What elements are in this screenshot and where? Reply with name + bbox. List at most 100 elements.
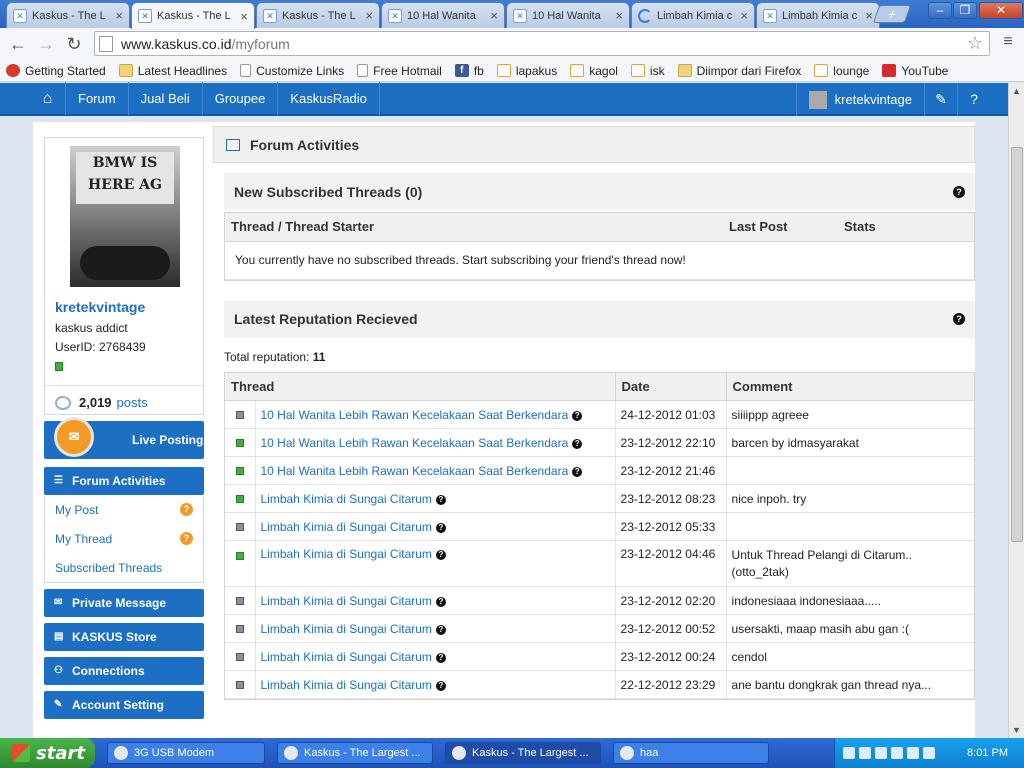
sidebar-item-my-post[interactable]: My Post? — [45, 495, 203, 524]
user-menu[interactable]: kretekvintage — [795, 83, 922, 116]
close-window-button[interactable]: ✕ — [979, 2, 1023, 19]
bookmark-item[interactable]: Getting Started — [6, 64, 106, 78]
question-icon[interactable]: ? — [435, 596, 446, 607]
question-icon[interactable]: ? — [572, 438, 583, 449]
tray-icon[interactable] — [907, 747, 919, 759]
bookmark-item[interactable]: lounge — [814, 64, 869, 78]
browser-tab[interactable]: ✕ Limbah Kimia c × — [756, 2, 880, 28]
sidebar-item-subscribed-threads[interactable]: Subscribed Threads — [45, 553, 203, 582]
scroll-up-icon[interactable]: ▲ — [1009, 83, 1024, 99]
scroll-down-icon[interactable]: ▼ — [1009, 722, 1024, 738]
private-message-button[interactable]: ✉ Private Message — [44, 589, 204, 617]
tab-close-icon[interactable]: × — [490, 8, 498, 23]
back-icon[interactable]: ← — [6, 32, 30, 56]
kaskus-favicon-icon: ✕ — [388, 8, 402, 23]
thread-link[interactable]: Limbah Kimia di Sungai Citarum — [261, 678, 432, 692]
bookmark-label: YouTube — [901, 63, 949, 78]
bookmark-item[interactable]: YouTube — [882, 64, 948, 78]
address-bar[interactable]: www.kaskus.co.id/myforum ☆ — [94, 31, 990, 56]
tray-icon[interactable] — [843, 747, 855, 759]
browser-tab[interactable]: ✕ Kaskus - The L × — [131, 2, 255, 29]
browser-menu-icon[interactable]: ≡ — [1000, 33, 1016, 51]
tab-close-icon[interactable]: × — [865, 8, 873, 23]
thread-link[interactable]: 10 Hal Wanita Lebih Rawan Kecelakaan Saa… — [261, 408, 569, 422]
tab-close-icon[interactable]: × — [365, 8, 373, 23]
new-tab-button[interactable]: + — [872, 5, 912, 23]
question-icon[interactable]: ? — [435, 680, 446, 691]
sidebar-item-my-thread[interactable]: My Thread? — [45, 524, 203, 553]
tab-close-icon[interactable]: × — [115, 8, 123, 23]
browser-tab[interactable]: ✕ Kaskus - The L × — [256, 2, 380, 28]
question-icon[interactable]: ? — [435, 550, 446, 560]
live-posting-button[interactable]: ✉ Live Posting — [44, 417, 204, 459]
thread-link[interactable]: 10 Hal Wanita Lebih Rawan Kecelakaan Saa… — [261, 464, 569, 478]
tab-close-icon[interactable]: × — [615, 8, 623, 23]
bookmark-star-icon[interactable]: ☆ — [967, 33, 983, 54]
maximize-button[interactable]: ❐ — [953, 2, 977, 19]
browser-tab[interactable]: ✕ 10 Hal Wanita × — [506, 2, 630, 28]
tab-close-icon[interactable]: × — [240, 9, 248, 24]
posts-link[interactable]: posts — [117, 395, 148, 410]
bookmark-item[interactable]: Free Hotmail — [357, 64, 442, 78]
thread-link[interactable]: Limbah Kimia di Sungai Citarum — [261, 594, 432, 608]
taskbar-label: 3G USB Modem — [134, 747, 215, 759]
question-icon[interactable]: ? — [572, 410, 583, 421]
thread-link[interactable]: Limbah Kimia di Sungai Citarum — [261, 622, 432, 636]
taskbar-button[interactable]: Kaskus - The Largest ... — [445, 742, 601, 764]
question-icon[interactable]: ? — [435, 624, 446, 635]
sidebar-menu-label: Private Message — [72, 596, 167, 610]
question-icon[interactable]: ? — [435, 652, 446, 663]
tray-icon[interactable] — [859, 747, 871, 759]
question-icon[interactable]: ? — [953, 313, 965, 325]
reload-icon[interactable]: ↻ — [62, 32, 86, 56]
profile-username[interactable]: kretekvintage — [55, 299, 193, 315]
browser-tab[interactable]: ✕ 10 Hal Wanita × — [381, 2, 505, 28]
question-icon[interactable]: ? — [572, 466, 583, 477]
home-icon[interactable]: ⌂ — [30, 82, 66, 115]
kaskus-store-button[interactable]: ▤ KASKUS Store — [44, 623, 204, 651]
taskbar-button[interactable]: haa — [613, 742, 769, 764]
nav-forum[interactable]: Forum — [66, 82, 129, 115]
tray-icon[interactable] — [875, 747, 887, 759]
question-icon[interactable]: ? — [953, 185, 965, 198]
nav-kaskusradio[interactable]: KaskusRadio — [278, 82, 380, 115]
bookmark-label: Customize Links — [256, 63, 345, 78]
profile-user-id: UserID: 2768439 — [55, 340, 146, 354]
bookmark-item[interactable]: isk — [630, 64, 665, 78]
thread-link[interactable]: Limbah Kimia di Sungai Citarum — [261, 650, 432, 664]
browser-tab[interactable]: Limbah Kimia c × — [631, 2, 755, 28]
taskbar-button[interactable]: Kaskus - The Largest ... — [277, 742, 433, 764]
tray-icon[interactable] — [923, 747, 935, 759]
question-icon[interactable]: ? — [435, 494, 446, 505]
thread-link[interactable]: Limbah Kimia di Sungai Citarum — [261, 547, 432, 561]
minimize-button[interactable]: – — [928, 2, 952, 19]
bookmark-item[interactable]: f fb — [454, 64, 484, 78]
taskbar-button[interactable]: 3G USB Modem — [107, 742, 265, 764]
thread-link[interactable]: Limbah Kimia di Sungai Citarum — [261, 492, 432, 506]
tab-close-icon[interactable]: × — [740, 8, 748, 23]
kaskus-favicon-icon — [814, 64, 829, 77]
question-icon[interactable]: ? — [435, 522, 446, 533]
tray-icon[interactable] — [891, 747, 903, 759]
forum-activities-button[interactable]: ☰ Forum Activities — [44, 467, 204, 495]
thread-link[interactable]: Limbah Kimia di Sungai Citarum — [261, 520, 432, 534]
thread-link[interactable]: 10 Hal Wanita Lebih Rawan Kecelakaan Saa… — [261, 436, 569, 450]
profile-photo[interactable]: BMW IS HERE AG — [70, 146, 180, 287]
account-setting-button[interactable]: ✎ Account Setting — [44, 691, 204, 719]
nav-groupee[interactable]: Groupee — [203, 82, 279, 115]
forward-icon[interactable]: → — [34, 32, 58, 56]
connections-button[interactable]: ⚇ Connections — [44, 657, 204, 685]
bookmark-item[interactable]: Latest Headlines — [118, 64, 227, 78]
help-icon[interactable]: ? — [957, 83, 990, 116]
nav-jual-beli[interactable]: Jual Beli — [129, 82, 203, 115]
bookmark-item[interactable]: kagol — [570, 64, 618, 78]
browser-tab[interactable]: ✕ Kaskus - The L × — [6, 2, 130, 28]
bookmark-item[interactable]: Customize Links — [240, 64, 344, 78]
start-button[interactable]: start — [0, 738, 95, 768]
scroll-thumb[interactable] — [1011, 147, 1023, 542]
thread-cell: 10 Hal Wanita Lebih Rawan Kecelakaan Saa… — [255, 456, 616, 485]
vertical-scrollbar[interactable]: ▲ ▼ — [1008, 83, 1024, 738]
bookmark-item[interactable]: Diimpor dari Firefox — [677, 64, 801, 78]
pencil-icon[interactable]: ✎ — [924, 83, 957, 116]
bookmark-item[interactable]: lapakus — [496, 64, 557, 78]
